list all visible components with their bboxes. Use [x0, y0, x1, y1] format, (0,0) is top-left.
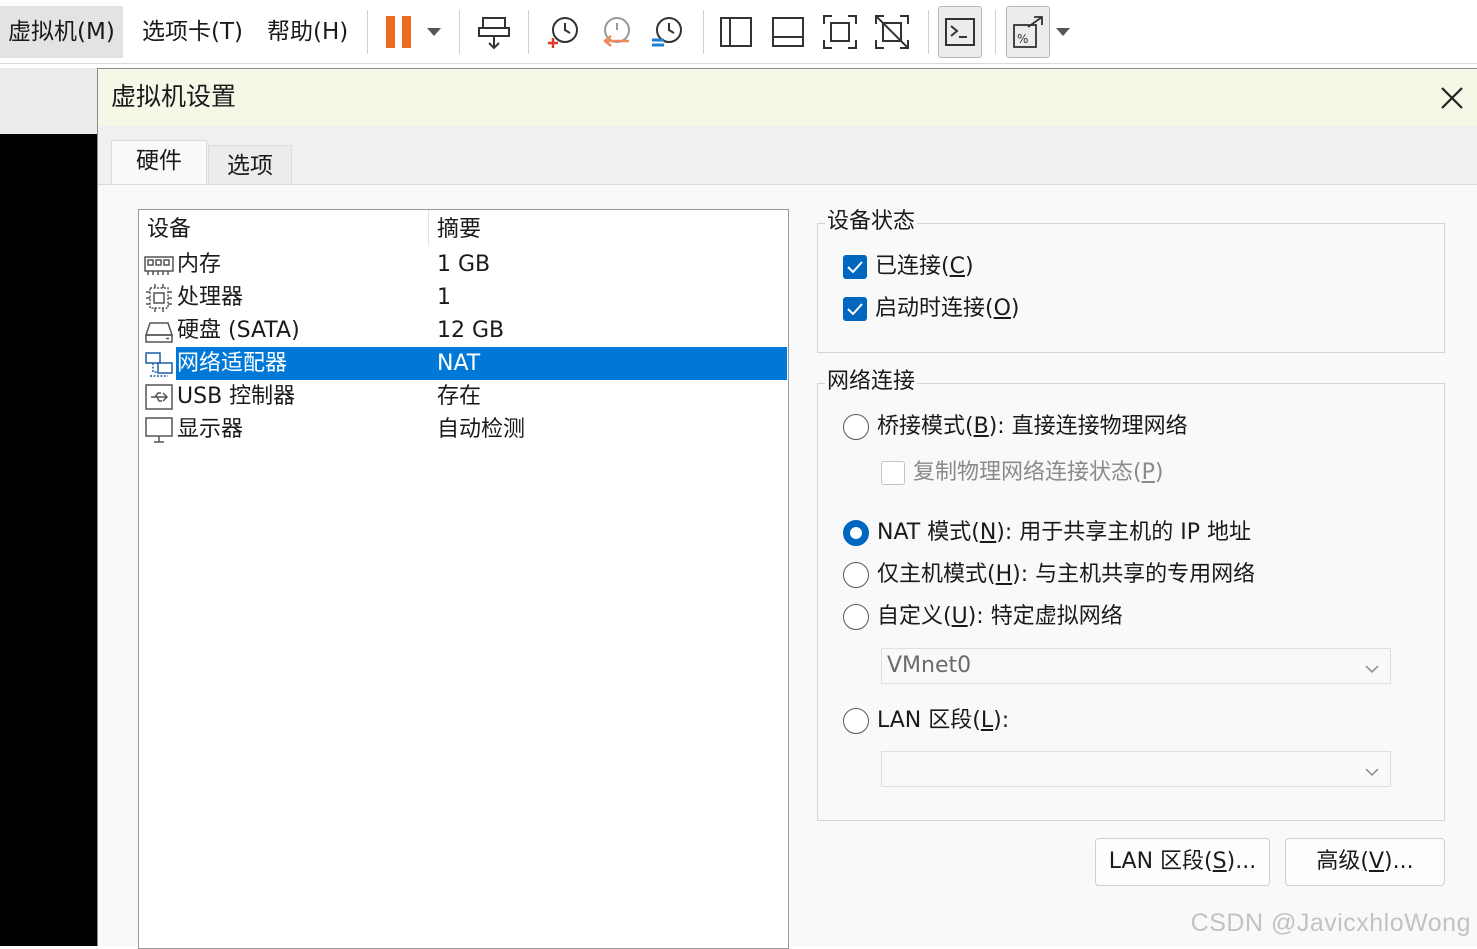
- radio-unselected-icon[interactable]: [843, 708, 869, 734]
- device-name: 处理器: [177, 285, 244, 310]
- lan-segments-button[interactable]: LAN 区段(S)...: [1095, 838, 1270, 886]
- lan-segment-select[interactable]: [881, 751, 1391, 787]
- connected-checkbox[interactable]: 已连接(C): [843, 251, 974, 283]
- device-name: 硬盘 (SATA): [177, 318, 300, 343]
- device-row-hard-disk[interactable]: 硬盘 (SATA) 12 GB: [139, 314, 788, 347]
- column-header-device[interactable]: 设备: [147, 215, 191, 245]
- device-row-usb[interactable]: USB 控制器 存在: [139, 380, 788, 413]
- device-summary: 1: [437, 285, 451, 310]
- custom-label: 自定义(U): 特定虚拟网络: [877, 604, 1123, 629]
- device-status-label: 设备状态: [825, 207, 918, 237]
- radio-unselected-icon[interactable]: [843, 562, 869, 588]
- nat-radio[interactable]: NAT 模式(N): 用于共享主机的 IP 地址: [843, 517, 1251, 549]
- device-row-network-adapter[interactable]: 网络适配器 NAT: [139, 347, 788, 380]
- toolbar-separator: [928, 10, 929, 54]
- connected-label: 已连接(C): [875, 254, 974, 279]
- device-row-display[interactable]: 显示器 自动检测: [139, 413, 788, 446]
- memory-icon: [144, 251, 174, 279]
- toolbar-separator: [703, 10, 704, 54]
- fullscreen-icon[interactable]: [816, 8, 864, 56]
- hard-disk-icon: [144, 317, 174, 345]
- custom-network-select[interactable]: VMnet0: [881, 648, 1391, 684]
- custom-radio[interactable]: 自定义(U): 特定虚拟网络: [843, 601, 1123, 633]
- vm-tab-strip: [0, 68, 97, 134]
- checkbox-checked-icon[interactable]: [843, 255, 867, 279]
- host-only-radio[interactable]: 仅主机模式(H): 与主机共享的专用网络: [843, 559, 1255, 591]
- advanced-button[interactable]: 高级(V)...: [1285, 838, 1445, 886]
- console-icon[interactable]: [938, 6, 982, 58]
- column-divider[interactable]: [428, 210, 429, 246]
- network-adapter-icon: [144, 350, 174, 378]
- snapshot-manager-icon[interactable]: [642, 8, 690, 56]
- usb-icon: [144, 383, 174, 411]
- snapshot-revert-icon[interactable]: [590, 8, 638, 56]
- menu-vm[interactable]: 虚拟机(M): [0, 6, 123, 58]
- replicate-state-checkbox[interactable]: 复制物理网络连接状态(P): [881, 457, 1163, 489]
- device-summary: 1 GB: [437, 252, 491, 277]
- display-icon: [144, 416, 174, 444]
- lan-segment-label: LAN 区段(L):: [877, 708, 1010, 733]
- lan-segment-radio[interactable]: LAN 区段(L):: [843, 705, 1009, 737]
- unity-icon[interactable]: [868, 8, 916, 56]
- send-keys-icon[interactable]: [470, 8, 518, 56]
- device-summary: NAT: [437, 351, 481, 376]
- device-name: 网络适配器: [177, 351, 288, 376]
- device-name: 显示器: [177, 417, 244, 442]
- snapshot-take-icon[interactable]: [538, 8, 586, 56]
- radio-unselected-icon[interactable]: [843, 604, 869, 630]
- host-only-label: 仅主机模式(H): 与主机共享的专用网络: [877, 562, 1256, 587]
- toolbar-separator: [995, 10, 996, 54]
- svg-text:%: %: [1017, 32, 1028, 46]
- dropdown-arrow-icon[interactable]: [1048, 8, 1078, 56]
- connect-at-power-on-label: 启动时连接(O): [875, 296, 1020, 321]
- checkbox-checked-icon[interactable]: [843, 297, 867, 321]
- tab-hardware[interactable]: 硬件: [111, 140, 207, 186]
- dialog-title: 虚拟机设置: [111, 82, 237, 111]
- toolbar-separator: [459, 10, 460, 54]
- stretch-icon[interactable]: %: [1006, 6, 1050, 58]
- chevron-down-icon: [1364, 655, 1380, 689]
- replicate-state-label: 复制物理网络连接状态(P): [913, 460, 1164, 485]
- nat-label: NAT 模式(N): 用于共享主机的 IP 地址: [877, 520, 1252, 545]
- vm-console-area: [0, 134, 97, 946]
- custom-network-value: VMnet0: [887, 653, 972, 678]
- menu-help[interactable]: 帮助(H): [259, 6, 356, 58]
- network-connection-label: 网络连接: [825, 367, 918, 397]
- chevron-down-icon: [1364, 758, 1380, 792]
- dropdown-arrow-icon[interactable]: [416, 8, 452, 56]
- toolbar-separator: [367, 10, 368, 54]
- hardware-tab-panel: 设备 摘要 内存 1 GB 处理器 1 硬盘 (SATA) 12 GB 网络适配…: [98, 184, 1477, 949]
- column-header-summary[interactable]: 摘要: [437, 215, 481, 245]
- device-list[interactable]: 设备 摘要 内存 1 GB 处理器 1 硬盘 (SATA) 12 GB 网络适配…: [138, 209, 789, 949]
- watermark: CSDN @JavicxhloWong: [1190, 909, 1471, 937]
- device-row-memory[interactable]: 内存 1 GB: [139, 248, 788, 281]
- radio-unselected-icon[interactable]: [843, 414, 869, 440]
- thumbnail-view-icon[interactable]: [764, 8, 812, 56]
- bridged-label: 桥接模式(B): 直接连接物理网络: [877, 414, 1188, 439]
- device-summary: 12 GB: [437, 318, 505, 343]
- device-status-group: [817, 223, 1445, 353]
- device-row-processor[interactable]: 处理器 1: [139, 281, 788, 314]
- bridged-radio[interactable]: 桥接模式(B): 直接连接物理网络: [843, 411, 1188, 443]
- dialog-titlebar: 虚拟机设置: [98, 69, 1477, 126]
- device-summary: 自动检测: [437, 417, 526, 442]
- menu-bar: 虚拟机(M) 选项卡(T) 帮助(H) %: [0, 0, 1477, 64]
- connect-at-power-on-checkbox[interactable]: 启动时连接(O): [843, 293, 1020, 325]
- menu-tabs[interactable]: 选项卡(T): [134, 6, 251, 58]
- radio-selected-icon[interactable]: [843, 520, 869, 546]
- tab-options[interactable]: 选项: [208, 145, 292, 185]
- library-view-icon[interactable]: [712, 8, 760, 56]
- vm-settings-dialog: 虚拟机设置 硬件 选项 设备 摘要 内存 1 GB 处理器 1 硬盘 (SATA…: [97, 68, 1477, 949]
- device-name: USB 控制器: [177, 384, 296, 409]
- processor-icon: [144, 284, 174, 312]
- device-summary: 存在: [437, 384, 482, 409]
- device-name: 内存: [177, 252, 222, 277]
- toolbar-separator: [528, 10, 529, 54]
- close-icon[interactable]: [1435, 81, 1469, 115]
- device-list-header: 设备 摘要: [139, 210, 788, 246]
- dialog-tabs: 硬件 选项: [98, 126, 1477, 186]
- checkbox-unchecked-icon[interactable]: [881, 461, 905, 485]
